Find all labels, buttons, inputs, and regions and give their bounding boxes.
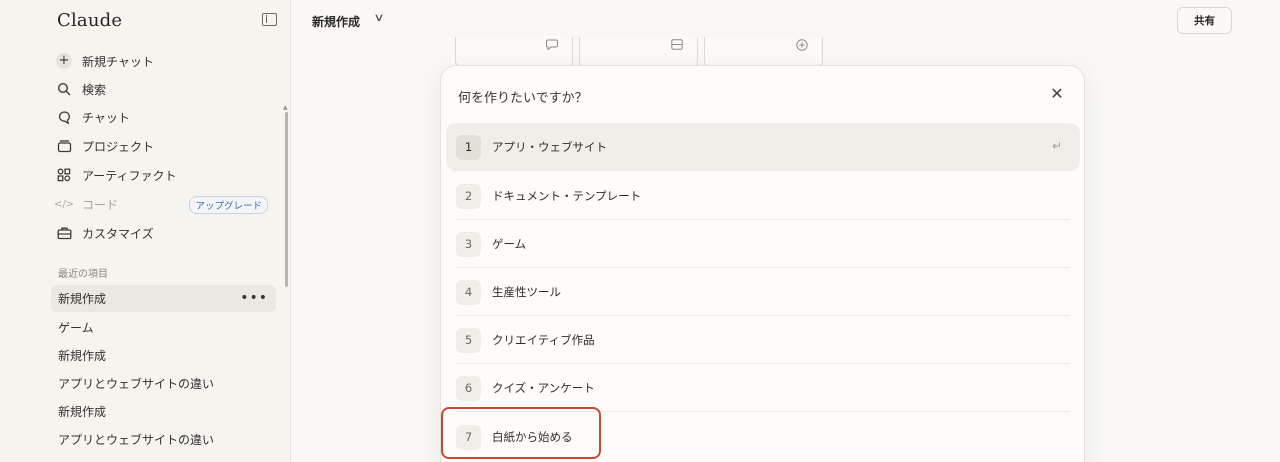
nav-label: 新規チャット: [82, 54, 154, 69]
add-circle-icon: [796, 39, 808, 54]
option-label: 生産性ツール: [492, 285, 561, 299]
recent-item[interactable]: アプリとウェブサイトの違い: [51, 426, 276, 453]
recent-item-label: アプリとウェブサイトの違い: [58, 433, 215, 447]
dialog-title: 何を作りたいですか？: [458, 91, 588, 106]
code-icon: </>: [53, 198, 75, 210]
option-productivity-tool[interactable]: 4 生産性ツール: [446, 268, 1080, 316]
highlight-annotation: [441, 407, 601, 459]
option-number: 6: [456, 375, 481, 401]
option-number: 4: [456, 279, 481, 305]
sidebar-item-projects[interactable]: プロジェクト: [51, 133, 276, 159]
enter-key-icon: ↵: [1051, 139, 1062, 153]
create-dialog: 何を作りたいですか？ ✕ 1 アプリ・ウェブサイト ↵ 2 ドキュメント・テンプ…: [440, 65, 1085, 462]
chat-title[interactable]: 新規作成: [312, 13, 360, 30]
nav-label: アーティファクト: [82, 168, 177, 183]
option-number: 1: [456, 134, 481, 160]
option-number: 3: [456, 231, 481, 257]
upgrade-badge[interactable]: アップグレード: [189, 196, 268, 214]
sidebar: Claude + 新規チャット 検索 チャット プロジェクト アーティファクト …: [0, 0, 291, 462]
recent-item[interactable]: ゲーム: [51, 314, 276, 341]
option-label: アプリ・ウェブサイト: [492, 140, 607, 154]
sidebar-toggle-icon[interactable]: [262, 13, 277, 26]
recent-item-label: 新規作成: [58, 292, 107, 306]
option-app-website[interactable]: 1 アプリ・ウェブサイト ↵: [446, 123, 1080, 171]
recent-item-label: アプリとウェブサイトの違い: [58, 377, 215, 391]
brand-logo[interactable]: Claude: [57, 10, 122, 31]
close-icon[interactable]: ✕: [1049, 86, 1065, 102]
chat-icon: [55, 108, 73, 126]
sidebar-item-artifacts[interactable]: アーティファクト: [51, 162, 276, 188]
briefcase-icon: [55, 224, 73, 242]
table-icon: [671, 39, 683, 53]
sidebar-item-search[interactable]: 検索: [51, 76, 276, 102]
background-card: [455, 37, 573, 67]
plus-icon: +: [55, 52, 73, 70]
recent-item[interactable]: 新規作成: [51, 398, 276, 425]
recent-item-label: 新規作成: [58, 349, 107, 363]
top-header: 新規作成 ∨ 共有: [291, 0, 1280, 42]
background-card: [704, 37, 823, 67]
nav-label: コード: [82, 197, 119, 212]
recent-header: 最近の項目: [58, 269, 108, 280]
artifacts-icon: [55, 166, 73, 184]
option-label: ゲーム: [492, 237, 527, 251]
option-creative-work[interactable]: 5 クリエイティブ作品: [446, 316, 1080, 364]
nav-label: 検索: [82, 82, 107, 97]
share-button[interactable]: 共有: [1177, 7, 1232, 34]
recent-item[interactable]: 新規作成 •••: [51, 285, 276, 312]
folder-icon: [55, 137, 73, 155]
sidebar-item-customize[interactable]: カスタマイズ: [51, 220, 276, 246]
option-document-template[interactable]: 2 ドキュメント・テンプレート: [446, 172, 1080, 220]
sidebar-item-code[interactable]: </> コード アップグレード: [51, 191, 276, 217]
recent-item-label: 新規作成: [58, 405, 107, 419]
nav-label: カスタマイズ: [82, 226, 154, 241]
search-icon: [55, 80, 73, 98]
background-card: [579, 37, 698, 67]
option-label: クイズ・アンケート: [492, 381, 595, 395]
new-chat-button[interactable]: + 新規チャット: [51, 48, 276, 74]
option-game[interactable]: 3 ゲーム: [446, 220, 1080, 268]
comment-icon: [546, 39, 558, 53]
recent-item[interactable]: 新規作成: [51, 342, 276, 369]
recent-item-label: ゲーム: [58, 321, 94, 335]
nav-label: プロジェクト: [82, 139, 155, 154]
sidebar-item-chats[interactable]: チャット: [51, 104, 276, 130]
scroll-up-arrow-icon[interactable]: ▲: [283, 104, 288, 111]
option-number: 2: [456, 183, 481, 209]
recent-item[interactable]: アプリとウェブサイトの違い: [51, 370, 276, 397]
nav-label: チャット: [82, 110, 130, 125]
more-options-icon[interactable]: •••: [240, 290, 268, 306]
option-quiz-survey[interactable]: 6 クイズ・アンケート: [446, 364, 1080, 412]
option-label: クリエイティブ作品: [492, 333, 595, 347]
sidebar-scrollbar[interactable]: [285, 112, 288, 287]
option-label: ドキュメント・テンプレート: [492, 189, 642, 203]
option-number: 5: [456, 327, 481, 353]
chevron-down-icon[interactable]: ∨: [373, 11, 384, 24]
